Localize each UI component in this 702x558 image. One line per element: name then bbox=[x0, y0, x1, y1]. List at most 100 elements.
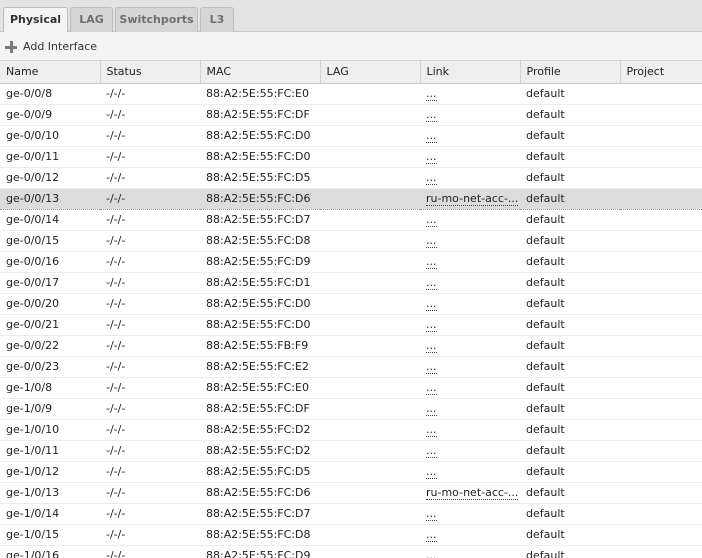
tab-lag[interactable]: LAG bbox=[70, 7, 113, 32]
cell-link: ... bbox=[420, 503, 520, 525]
cell-lag bbox=[320, 167, 420, 189]
cell-name: ge-1/0/15 bbox=[0, 524, 100, 546]
link-value[interactable]: ... bbox=[426, 423, 437, 437]
toolbar: Add Interface bbox=[0, 32, 702, 61]
cell-name: ge-1/0/11 bbox=[0, 440, 100, 462]
cell-link: ... bbox=[420, 83, 520, 105]
add-interface-label: Add Interface bbox=[23, 40, 98, 53]
table-row[interactable]: ge-0/0/8 -/-/- 88:A2:5E:55:FC:E0... default bbox=[0, 83, 702, 105]
column-header-lag[interactable]: LAG bbox=[320, 61, 421, 84]
cell-status: -/-/- bbox=[100, 146, 200, 168]
cell-mac: 88:A2:5E:55:FC:D2 bbox=[200, 419, 320, 441]
cell-lag bbox=[320, 482, 420, 504]
cell-link: ... bbox=[420, 419, 520, 441]
table-row[interactable]: ge-0/0/22 -/-/- 88:A2:5E:55:FB:F9... defaul… bbox=[0, 335, 702, 357]
link-value[interactable]: ... bbox=[426, 276, 437, 290]
column-header-mac[interactable]: MAC bbox=[200, 61, 321, 84]
column-header-profile[interactable]: Profile bbox=[520, 61, 621, 84]
cell-profile: default bbox=[520, 272, 620, 294]
link-value[interactable]: ... bbox=[426, 465, 437, 479]
table-row[interactable]: ge-0/0/13 -/-/- 88:A2:5E:55:FC:D6 ru-mo-net… bbox=[0, 187, 702, 210]
link-value[interactable]: ... bbox=[426, 381, 437, 395]
cell-status: -/-/- bbox=[100, 167, 200, 189]
link-value[interactable]: ... bbox=[426, 507, 437, 521]
cell-status: -/-/- bbox=[100, 545, 200, 558]
cell-status: -/-/- bbox=[100, 314, 200, 336]
link-value[interactable]: ... bbox=[426, 108, 437, 122]
link-value[interactable]: ... bbox=[426, 234, 437, 248]
table-row[interactable]: ge-1/0/12 -/-/- 88:A2:5E:55:FC:D5... defaul… bbox=[0, 461, 702, 483]
link-value[interactable]: ... bbox=[426, 318, 437, 332]
column-header-project[interactable]: Project bbox=[620, 61, 702, 84]
table-row[interactable]: ge-1/0/15 -/-/- 88:A2:5E:55:FC:D8... defaul… bbox=[0, 524, 702, 546]
table-row[interactable]: ge-0/0/21 -/-/- 88:A2:5E:55:FC:D0... defaul… bbox=[0, 314, 702, 336]
link-value[interactable]: ... bbox=[426, 339, 437, 353]
table-row[interactable]: ge-1/0/13 -/-/- 88:A2:5E:55:FC:D6 ru-mo-net… bbox=[0, 482, 702, 504]
link-value[interactable]: ... bbox=[426, 255, 437, 269]
link-value[interactable]: ... bbox=[426, 528, 437, 542]
tab-physical[interactable]: Physical bbox=[3, 7, 68, 33]
cell-lag bbox=[320, 272, 420, 294]
link-value[interactable]: ... bbox=[426, 129, 437, 143]
table-row[interactable]: ge-0/0/15 -/-/- 88:A2:5E:55:FC:D8... defaul… bbox=[0, 230, 702, 252]
cell-status: -/-/- bbox=[100, 83, 200, 105]
link-value[interactable]: ru-mo-net-acc-... bbox=[426, 192, 519, 206]
add-interface-button[interactable]: Add Interface bbox=[5, 37, 101, 57]
table-row[interactable]: ge-0/0/12 -/-/- 88:A2:5E:55:FC:D5... defaul… bbox=[0, 167, 702, 189]
cell-name: ge-1/0/9 bbox=[0, 398, 100, 420]
cell-mac: 88:A2:5E:55:FC:D0 bbox=[200, 125, 320, 147]
link-value[interactable]: ... bbox=[426, 150, 437, 164]
cell-link: ... bbox=[420, 209, 520, 231]
table-row[interactable]: ge-0/0/14 -/-/- 88:A2:5E:55:FC:D7... defaul… bbox=[0, 209, 702, 231]
table-row[interactable]: ge-0/0/20 -/-/- 88:A2:5E:55:FC:D0... defaul… bbox=[0, 293, 702, 315]
cell-project bbox=[620, 335, 702, 357]
cell-project bbox=[620, 83, 702, 105]
link-value[interactable]: ... bbox=[426, 444, 437, 458]
table-row[interactable]: ge-0/0/9 -/-/- 88:A2:5E:55:FC:DF... default bbox=[0, 104, 702, 126]
cell-mac: 88:A2:5E:55:FC:D9 bbox=[200, 545, 320, 558]
cell-profile: default bbox=[520, 377, 620, 399]
cell-name: ge-1/0/16 bbox=[0, 545, 100, 558]
cell-lag bbox=[320, 335, 420, 357]
column-header-link[interactable]: Link bbox=[420, 61, 521, 84]
column-header-status[interactable]: Status bbox=[100, 61, 201, 84]
table-row[interactable]: ge-0/0/17 -/-/- 88:A2:5E:55:FC:D1... defaul… bbox=[0, 272, 702, 294]
cell-link: ... bbox=[420, 251, 520, 273]
tab-l3[interactable]: L3 bbox=[200, 7, 234, 32]
table-row[interactable]: ge-1/0/11 -/-/- 88:A2:5E:55:FC:D2... defaul… bbox=[0, 440, 702, 462]
table-row[interactable]: ge-0/0/23 -/-/- 88:A2:5E:55:FC:E2... defaul… bbox=[0, 356, 702, 378]
cell-profile: default bbox=[520, 419, 620, 441]
table-row[interactable]: ge-1/0/10 -/-/- 88:A2:5E:55:FC:D2... defaul… bbox=[0, 419, 702, 441]
link-value[interactable]: ru-mo-net-acc-... bbox=[426, 486, 519, 500]
cell-profile: default bbox=[520, 293, 620, 315]
cell-project bbox=[620, 293, 702, 315]
table-row[interactable]: ge-0/0/16 -/-/- 88:A2:5E:55:FC:D9... defaul… bbox=[0, 251, 702, 273]
cell-lag bbox=[320, 209, 420, 231]
cell-status: -/-/- bbox=[100, 125, 200, 147]
link-value[interactable]: ... bbox=[426, 213, 437, 227]
cell-lag bbox=[320, 440, 420, 462]
cell-mac: 88:A2:5E:55:FC:E0 bbox=[200, 377, 320, 399]
table-row[interactable]: ge-0/0/10 -/-/- 88:A2:5E:55:FC:D0... defaul… bbox=[0, 125, 702, 147]
cell-status: -/-/- bbox=[100, 356, 200, 378]
cell-link: ... bbox=[420, 377, 520, 399]
table-row[interactable]: ge-0/0/11 -/-/- 88:A2:5E:55:FC:D0... defaul… bbox=[0, 146, 702, 168]
tab-switchports[interactable]: Switchports bbox=[115, 7, 198, 32]
cell-lag bbox=[320, 251, 420, 273]
table-row[interactable]: ge-1/0/16 -/-/- 88:A2:5E:55:FC:D9... defaul… bbox=[0, 545, 702, 558]
link-value[interactable]: ... bbox=[426, 402, 437, 416]
cell-lag bbox=[320, 356, 420, 378]
table-row[interactable]: ge-1/0/14 -/-/- 88:A2:5E:55:FC:D7... defaul… bbox=[0, 503, 702, 525]
link-value[interactable]: ... bbox=[426, 171, 437, 185]
cell-profile: default bbox=[520, 503, 620, 525]
link-value[interactable]: ... bbox=[426, 360, 437, 374]
table-row[interactable]: ge-1/0/9 -/-/- 88:A2:5E:55:FC:DF... default bbox=[0, 398, 702, 420]
table-row[interactable]: ge-1/0/8 -/-/- 88:A2:5E:55:FC:E0... default bbox=[0, 377, 702, 399]
link-value[interactable]: ... bbox=[426, 87, 437, 101]
link-value[interactable]: ... bbox=[426, 297, 437, 311]
cell-name: ge-0/0/15 bbox=[0, 230, 100, 252]
link-value[interactable]: ... bbox=[426, 549, 437, 558]
cell-mac: 88:A2:5E:55:FC:D7 bbox=[200, 503, 320, 525]
tab-strip: Physical LAG Switchports L3 bbox=[0, 0, 702, 33]
column-header-name[interactable]: Name bbox=[0, 61, 101, 84]
